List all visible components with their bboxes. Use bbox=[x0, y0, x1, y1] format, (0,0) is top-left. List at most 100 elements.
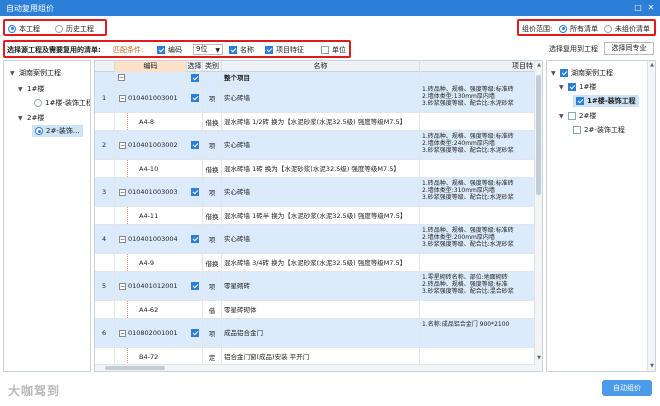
scroll-up-icon[interactable]: ▲ bbox=[535, 61, 542, 70]
target-tree-root[interactable]: ▼ 湖南案例工程 bbox=[551, 67, 613, 79]
brand-logo: 大咖驾到 bbox=[8, 384, 61, 398]
close-icon[interactable]: ✕ bbox=[646, 3, 656, 13]
tree-item-building2[interactable]: ▼ 2#楼 bbox=[18, 112, 44, 124]
feature-cell: 1.砖品种、规格、强度等级:标准砖 2.墙体类型:200mm厚内墙 3.砂浆强度… bbox=[420, 225, 535, 253]
table-row[interactable]: 2−010401003002 项实心砖墙 1.砖品种、规格、强度等级:标准砖 2.墙… bbox=[95, 131, 536, 160]
row-checkbox[interactable] bbox=[190, 235, 199, 243]
target-tree-building2-deco[interactable]: 2#-装饰工程 bbox=[573, 124, 625, 136]
tree-item-building2-deco[interactable]: 2#-装饰... bbox=[32, 125, 83, 137]
header-name[interactable]: 名称 bbox=[222, 61, 420, 72]
table-row[interactable]: 6−010802001001 项成品铝合金门 1.名称:成品铝合金门 900*210… bbox=[95, 319, 536, 348]
radio-current-project[interactable]: 本工程 bbox=[8, 23, 40, 34]
target-tree-building2[interactable]: ▼ 2#楼 bbox=[559, 110, 596, 122]
collapse-icon[interactable]: − bbox=[119, 282, 126, 290]
tree-item-building1[interactable]: ▼ 1#楼 bbox=[18, 83, 44, 95]
radio-indicator bbox=[55, 24, 63, 33]
tree-connector bbox=[127, 301, 128, 318]
row-number-cell: 2 bbox=[95, 131, 115, 159]
table-row[interactable]: A4-62 借零星砖砌体 bbox=[95, 301, 536, 319]
table-row[interactable]: A4-11 借换 混水砖墙 1砖半 换为【水泥砂浆(水泥32.5级) 强度等级M7.… bbox=[95, 207, 536, 225]
row-checkbox[interactable] bbox=[190, 94, 199, 102]
target-tree-building1[interactable]: ▼ 1#楼 bbox=[559, 81, 596, 93]
table-row[interactable]: 3−010401003003 项实心砖墙 1.砖品种、规格、强度等级:标准砖 2.墙… bbox=[95, 178, 536, 207]
checkbox-label: 编码 bbox=[168, 46, 182, 54]
type-cell: 借换 bbox=[203, 207, 222, 224]
same-discipline-tab[interactable]: 选择同专业 bbox=[604, 42, 654, 55]
table-row[interactable]: A4-8 借换 混水砖墙 1/2砖 换为【水泥砂浆(水泥32.5级) 强度等级M7.… bbox=[95, 113, 536, 131]
expand-icon[interactable]: ▼ bbox=[10, 70, 16, 77]
vertical-scrollbar[interactable]: ▲ ▼ bbox=[534, 61, 542, 371]
radio-history-project[interactable]: 历史工程 bbox=[55, 23, 94, 34]
scrollbar-thumb[interactable] bbox=[105, 366, 165, 370]
code-text: A4-62 bbox=[139, 305, 159, 314]
code-digits-select[interactable]: 9位 ▼ bbox=[193, 44, 223, 55]
collapse-icon[interactable]: − bbox=[119, 188, 126, 196]
checkbox-indicator[interactable] bbox=[560, 69, 568, 77]
header-feature[interactable]: 项目特 bbox=[420, 61, 536, 72]
table-row[interactable]: A4-9 借换 混水砖墙 3/4砖 换为【水泥砂浆(水泥32.5级) 强度等级M7.… bbox=[95, 254, 536, 272]
table-row-summary[interactable]: − 整个项目 bbox=[95, 72, 536, 84]
header-code[interactable]: 编码 bbox=[115, 61, 187, 72]
vertical-scrollbar[interactable]: ▲ ▼ bbox=[647, 61, 655, 371]
table-row[interactable]: A4-10 借换 混水砖墙 1砖 换为【水泥砂浆(水泥32.5级) 强度等级M7.5… bbox=[95, 160, 536, 178]
type-cell: 借 bbox=[203, 301, 222, 318]
collapse-icon[interactable]: − bbox=[119, 141, 126, 149]
target-tree-building1-deco[interactable]: 1#楼-装饰工程 bbox=[573, 95, 639, 107]
header-type[interactable]: 类别 bbox=[203, 61, 222, 72]
select-cell bbox=[187, 348, 203, 365]
expand-icon[interactable]: ▼ bbox=[551, 70, 557, 77]
row-number-cell bbox=[95, 113, 115, 130]
checkbox-indicator bbox=[229, 46, 237, 54]
type-cell: 项 bbox=[203, 225, 222, 253]
tree-item-root[interactable]: ▼ 湖南案例工程 bbox=[10, 67, 61, 79]
horizontal-scrollbar[interactable] bbox=[95, 364, 536, 371]
table-row[interactable]: 1−010401003001 项实心砖墙 1.砖品种、规格、强度等级:标准砖 2.墙… bbox=[95, 84, 536, 113]
select-cell bbox=[187, 207, 203, 224]
auto-price-button[interactable]: 自动组价 bbox=[602, 380, 652, 396]
collapse-icon[interactable]: − bbox=[118, 74, 125, 81]
checkbox-feature[interactable]: 项目特征 bbox=[265, 45, 304, 55]
expand-icon[interactable]: ▼ bbox=[559, 84, 565, 91]
code-cell: A4-8 bbox=[115, 113, 195, 130]
row-checkbox[interactable] bbox=[190, 188, 199, 196]
radio-unpriced-lists[interactable]: 未组价清单 bbox=[604, 23, 650, 34]
scroll-down-icon[interactable]: ▼ bbox=[535, 354, 542, 363]
tree-item-building1-deco[interactable]: 1#楼-装饰工程 bbox=[34, 97, 90, 109]
table-row[interactable]: 5−010401012001 项零星砌砖 1.零星砌砖名称、部位:地面砌砖 2.砖品… bbox=[95, 272, 536, 301]
row-checkbox[interactable] bbox=[190, 282, 199, 290]
collapse-icon[interactable]: − bbox=[119, 235, 126, 243]
expand-icon[interactable]: ▼ bbox=[559, 113, 565, 120]
table-row[interactable]: 4−010401003004 项实心砖墙 1.砖品种、规格、强度等级:标准砖 2.墙… bbox=[95, 225, 536, 254]
type-cell: 项 bbox=[203, 272, 222, 300]
code-cell: A4-10 bbox=[115, 160, 195, 177]
match-label: 匹配条件: bbox=[113, 46, 144, 54]
scroll-up-icon[interactable]: ▲ bbox=[648, 61, 655, 70]
maximize-icon[interactable]: □ bbox=[633, 3, 643, 13]
scrollbar-thumb[interactable] bbox=[536, 75, 541, 195]
row-number-cell bbox=[95, 207, 115, 224]
checkbox-name[interactable]: 名称 bbox=[229, 45, 254, 55]
feature-cell bbox=[420, 348, 535, 365]
checkbox-indicator[interactable] bbox=[573, 126, 581, 134]
checkbox-indicator bbox=[157, 46, 165, 54]
row-checkbox[interactable] bbox=[190, 329, 199, 337]
radio-indicator bbox=[604, 24, 612, 33]
checkbox-indicator bbox=[265, 46, 273, 54]
scroll-down-icon[interactable]: ▼ bbox=[648, 362, 655, 371]
expand-icon[interactable]: ▼ bbox=[18, 115, 24, 122]
collapse-icon[interactable]: − bbox=[119, 329, 126, 337]
table-header: 编码 选择 类别 名称 项目特 bbox=[95, 61, 536, 72]
checkbox-code[interactable]: 编码 bbox=[157, 45, 182, 55]
checkbox-indicator[interactable] bbox=[576, 97, 584, 105]
collapse-icon[interactable]: − bbox=[119, 94, 126, 102]
radio-all-lists[interactable]: 所有清单 bbox=[559, 23, 598, 34]
scope-label: 组价范围: bbox=[522, 25, 553, 33]
row-checkbox[interactable] bbox=[190, 73, 199, 82]
checkbox-indicator[interactable] bbox=[568, 112, 576, 120]
checkbox-indicator[interactable] bbox=[568, 83, 576, 91]
checkbox-unit[interactable]: 单位 bbox=[321, 45, 346, 55]
code-cell: A4-11 bbox=[115, 207, 195, 224]
header-select[interactable]: 选择 bbox=[187, 61, 203, 72]
row-checkbox[interactable] bbox=[190, 141, 199, 149]
expand-icon[interactable]: ▼ bbox=[18, 86, 24, 93]
